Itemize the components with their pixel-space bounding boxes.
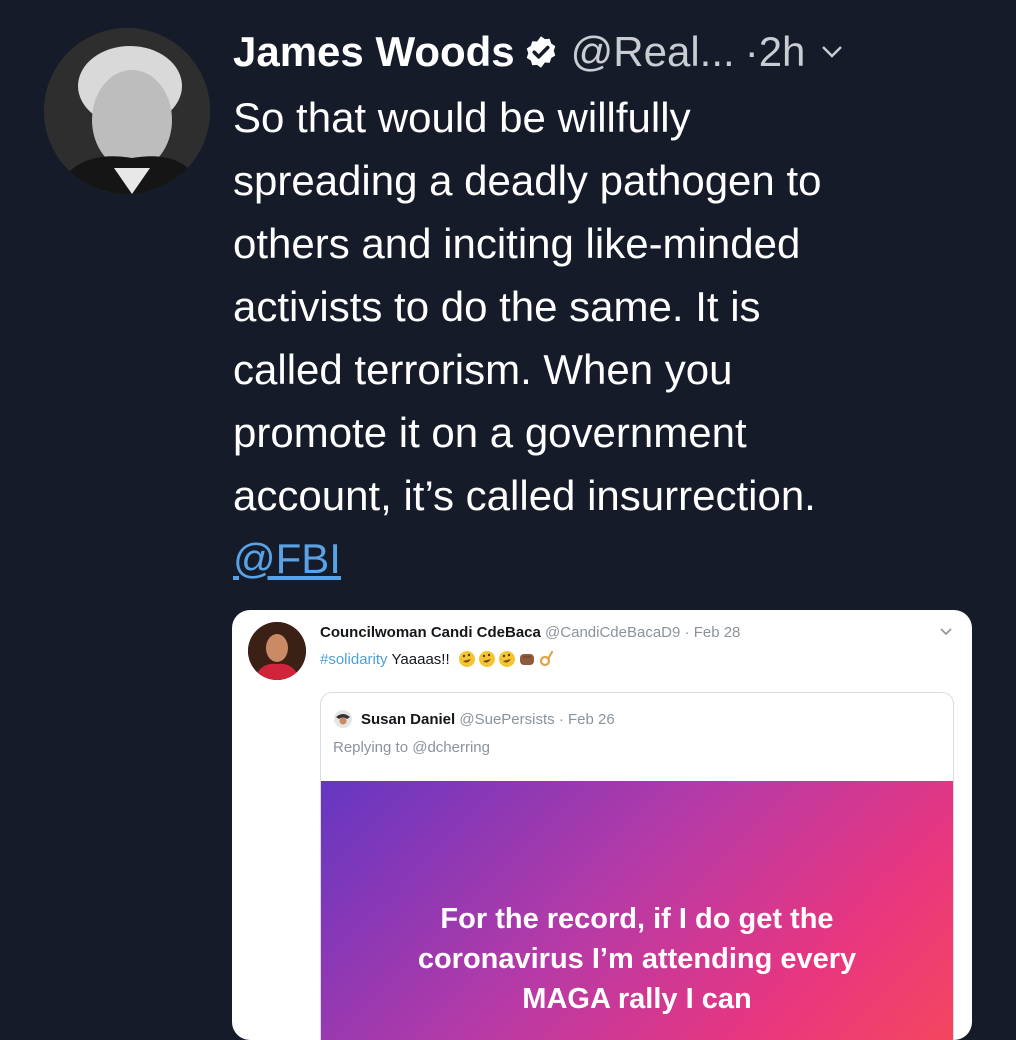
fist-emoji-icon: [519, 654, 534, 665]
replying-to-text: Replying to @dcherring: [333, 739, 490, 756]
author-avatar[interactable]: [44, 28, 210, 194]
solidarity-hashtag-link[interactable]: #solidarity: [320, 651, 388, 668]
tweet-text-line: account, it’s called insurrection.: [233, 472, 816, 519]
tweet-time[interactable]: 2h: [759, 28, 806, 76]
quoted-tweet-header: Councilwoman Candi CdeBaca @CandiCdeBaca…: [320, 624, 740, 641]
emoji-row: [458, 650, 556, 668]
tweet-text: So that would be willfully spreading a d…: [233, 86, 993, 590]
separator-dot: ·: [744, 28, 759, 75]
story-image[interactable]: For the record, if I do get the coronavi…: [321, 781, 953, 1040]
story-text-line: MAGA rally I can: [522, 983, 752, 1015]
nested-quoted-tweet[interactable]: Susan Daniel @SuePersists · Feb 26 Reply…: [320, 692, 954, 1040]
tweet-text-line: activists to do the same. It is: [233, 283, 761, 330]
nested-author-avatar[interactable]: [333, 709, 353, 729]
fbi-mention-link[interactable]: @FBI: [233, 535, 341, 582]
tweet-text-line: others and inciting like-minded: [233, 220, 801, 267]
tweet-header: James Woods @Real... · 2h: [233, 22, 843, 82]
tweet-text-line: So that would be willfully: [233, 94, 691, 141]
quoted-tweet-card[interactable]: Councilwoman Candi CdeBaca @CandiCdeBaca…: [232, 610, 972, 1040]
tweet-text-line: spreading a deadly pathogen to: [233, 157, 822, 204]
author-handle[interactable]: @Real...: [571, 28, 735, 76]
quoted-author-name[interactable]: Councilwoman Candi CdeBaca: [320, 624, 541, 641]
author-name[interactable]: James Woods: [233, 28, 515, 76]
nested-tweet-date[interactable]: · Feb 26: [559, 711, 615, 728]
story-text-line: coronavirus I’m attending every: [417, 943, 857, 975]
rofl-emoji-icon: [458, 651, 475, 667]
quoted-tweet-date[interactable]: · Feb 28: [685, 624, 741, 641]
quoted-tweet-text: #solidarity Yaaaas!!: [320, 650, 556, 668]
quoted-author-avatar[interactable]: [248, 622, 306, 680]
rofl-emoji-icon: [498, 651, 515, 667]
ok-hand-emoji-icon: [539, 650, 553, 667]
story-text: For the record, if I do get the coronavi…: [321, 899, 953, 1019]
chevron-down-icon[interactable]: [821, 45, 843, 59]
story-text-line: For the record, if I do get the: [440, 903, 834, 935]
tweet-text-line: called terrorism. When you: [233, 346, 733, 393]
nested-tweet-header: Susan Daniel @SuePersists · Feb 26: [333, 709, 615, 729]
rofl-emoji-icon: [478, 651, 495, 667]
chevron-down-icon[interactable]: [940, 628, 952, 636]
verified-badge-icon: [526, 36, 555, 68]
quoted-tweet-body: Yaaaas!!: [391, 650, 450, 668]
nested-author-name[interactable]: Susan Daniel: [361, 711, 455, 728]
tweet-text-line: promote it on a government: [233, 409, 747, 456]
quoted-author-handle[interactable]: @CandiCdeBacaD9: [545, 624, 680, 641]
nested-author-handle[interactable]: @SuePersists: [459, 711, 554, 728]
